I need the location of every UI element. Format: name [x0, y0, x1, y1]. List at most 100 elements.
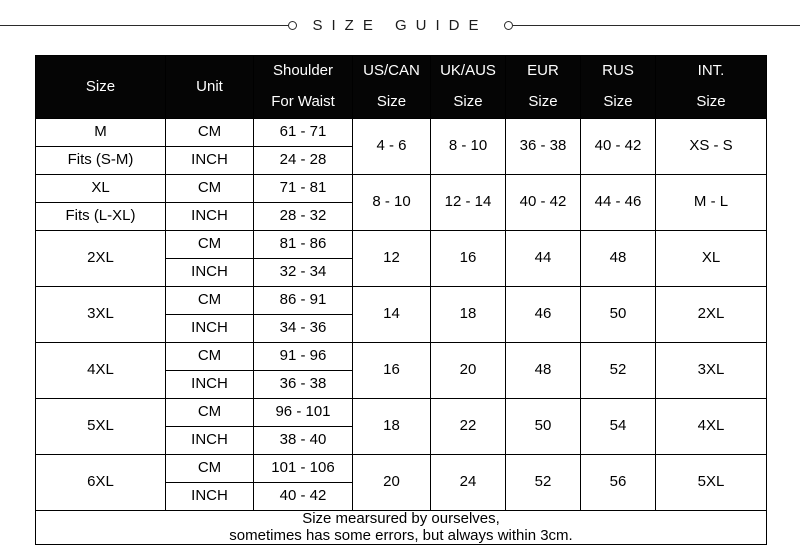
size-table: Size Unit Shoulder US/CAN UK/AUS EUR RUS… [35, 55, 767, 545]
cell-uscan: 14 [352, 286, 431, 343]
column-header-size: Size [35, 55, 166, 119]
cell-unit: CM [165, 118, 254, 147]
cell-int: 3XL [655, 342, 767, 399]
cell-size: 4XL [35, 342, 166, 399]
footer-row: Size mearsured by ourselves, sometimes h… [35, 510, 767, 545]
cell-shoulder-waist: 40 - 42 [253, 482, 353, 511]
page-title: SIZE GUIDE [312, 16, 488, 34]
measurement-note-line-1: Size mearsured by ourselves, [302, 510, 500, 527]
cell-rus: 50 [580, 286, 656, 343]
cell-unit: INCH [165, 146, 254, 175]
cell-shoulder-waist: 36 - 38 [253, 370, 353, 399]
table-row: XL CM 71 - 81 8 - 10 12 - 14 40 - 42 44 - 46 M … [35, 174, 767, 231]
column-subheader-uscan: Size [352, 87, 431, 119]
cell-size: 5XL [35, 398, 166, 455]
table-row: 5XL CM 96 - 101 18 22 50 54 4XL [35, 398, 767, 455]
page-title-bar: SIZE GUIDE [0, 12, 800, 38]
size-guide-page: SIZE GUIDE Size Unit Shoulder US/CAN UK/… [0, 0, 800, 545]
cell-size: 3XL [35, 286, 166, 343]
cell-unit: CM [165, 454, 254, 483]
cell-shoulder-waist: 86 - 91 [253, 286, 353, 315]
cell-rus: 48 [580, 230, 656, 287]
cell-uscan: 16 [352, 342, 431, 399]
size-table-container: Size Unit Shoulder US/CAN UK/AUS EUR RUS… [35, 55, 767, 545]
title-rule-right [512, 24, 800, 26]
cell-rus: 56 [580, 454, 656, 511]
cell-int: 4XL [655, 398, 767, 455]
column-header-int: INT. [655, 55, 767, 87]
cell-eur: 46 [505, 286, 581, 343]
cell-ukaus: 12 - 14 [430, 174, 506, 231]
cell-size: M [35, 118, 166, 147]
cell-uscan: 8 - 10 [352, 174, 431, 231]
cell-uscan: 4 - 6 [352, 118, 431, 175]
table-row: 4XL CM 91 - 96 16 20 48 52 3XL [35, 342, 767, 399]
cell-ukaus: 18 [430, 286, 506, 343]
column-header-eur: EUR [505, 55, 581, 87]
cell-unit: CM [165, 342, 254, 371]
cell-size-fits: Fits (S-M) [35, 146, 166, 175]
cell-unit: INCH [165, 314, 254, 343]
column-header-shoulder: Shoulder [253, 55, 353, 87]
cell-int: 2XL [655, 286, 767, 343]
cell-ukaus: 8 - 10 [430, 118, 506, 175]
cell-size: 2XL [35, 230, 166, 287]
cell-shoulder-waist: 61 - 71 [253, 118, 353, 147]
cell-rus: 54 [580, 398, 656, 455]
cell-ukaus: 24 [430, 454, 506, 511]
cell-shoulder-waist: 96 - 101 [253, 398, 353, 427]
cell-shoulder-waist: 71 - 81 [253, 174, 353, 203]
cell-size: XL [35, 174, 166, 203]
title-circle-left-icon [287, 20, 297, 30]
column-subheader-ukaus: Size [430, 87, 506, 119]
cell-shoulder-waist: 24 - 28 [253, 146, 353, 175]
cell-shoulder-waist: 32 - 34 [253, 258, 353, 287]
cell-shoulder-waist: 101 - 106 [253, 454, 353, 483]
table-row: 2XL CM 81 - 86 12 16 44 48 XL [35, 230, 767, 287]
table-row: M CM 61 - 71 4 - 68 - 10 36 - 38 40 - 42 XS - … [35, 118, 767, 175]
column-header-ukaus: UK/AUS [430, 55, 506, 87]
cell-size-fits: Fits (L-XL) [35, 202, 166, 231]
table-row: 3XL CM 86 - 91 14 18 46 50 2XL [35, 286, 767, 343]
size-table-footer: Size mearsured by ourselves, sometimes h… [35, 510, 767, 545]
cell-uscan: 18 [352, 398, 431, 455]
size-table-header: Size Unit Shoulder US/CAN UK/AUS EUR RUS… [35, 55, 767, 119]
column-subheader-rus: Size [580, 87, 656, 119]
cell-eur: 44 [505, 230, 581, 287]
cell-int: 5XL [655, 454, 767, 511]
title-rule-left [0, 24, 288, 26]
column-subheader-int: Size [655, 87, 767, 119]
cell-unit: INCH [165, 482, 254, 511]
cell-unit: CM [165, 174, 254, 203]
cell-uscan: 12 [352, 230, 431, 287]
cell-ukaus: 22 [430, 398, 506, 455]
cell-shoulder-waist: 28 - 32 [253, 202, 353, 231]
cell-shoulder-waist: 38 - 40 [253, 426, 353, 455]
cell-size: 6XL [35, 454, 166, 511]
table-row: 6XL CM 101 - 106 20 24 52 56 5XL [35, 454, 767, 511]
column-header-uscan: US/CAN [352, 55, 431, 87]
cell-unit: INCH [165, 426, 254, 455]
cell-uscan: 20 [352, 454, 431, 511]
measurement-note-line-2: sometimes has some errors, but always wi… [229, 526, 573, 544]
size-table-body: M CM 61 - 71 4 - 68 - 10 36 - 38 40 - 42 XS - … [35, 118, 767, 511]
cell-shoulder-waist: 91 - 96 [253, 342, 353, 371]
title-circle-right-icon [503, 20, 513, 30]
cell-ukaus: 16 [430, 230, 506, 287]
measurement-note: Size mearsured by ourselves, sometimes h… [35, 510, 767, 545]
cell-eur: 50 [505, 398, 581, 455]
cell-unit: CM [165, 230, 254, 259]
cell-eur: 48 [505, 342, 581, 399]
cell-int: XS - S [655, 118, 767, 175]
cell-eur: 36 - 38 [505, 118, 581, 175]
cell-ukaus: 20 [430, 342, 506, 399]
column-subheader-eur: Size [505, 87, 581, 119]
cell-eur: 40 - 42 [505, 174, 581, 231]
column-subheader-shoulder: For Waist [253, 87, 353, 119]
cell-rus: 40 - 42 [580, 118, 656, 175]
cell-unit: CM [165, 398, 254, 427]
cell-unit: INCH [165, 370, 254, 399]
cell-shoulder-waist: 81 - 86 [253, 230, 353, 259]
cell-shoulder-waist: 34 - 36 [253, 314, 353, 343]
column-header-unit: Unit [165, 55, 254, 119]
